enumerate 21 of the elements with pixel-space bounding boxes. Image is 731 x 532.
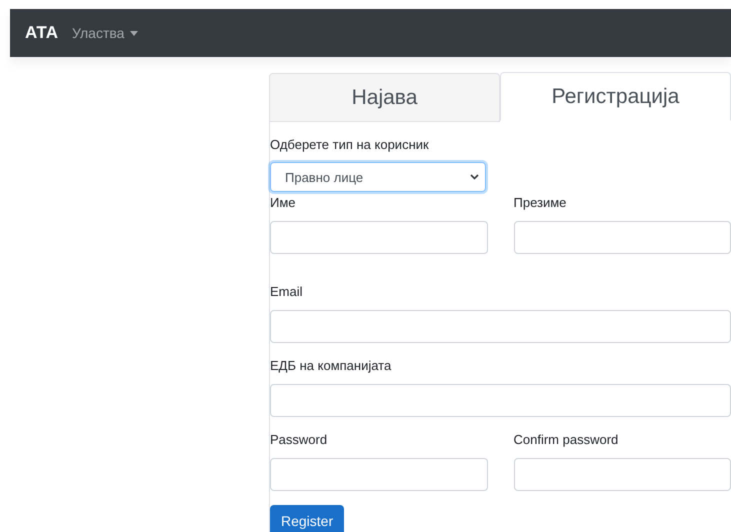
field-label: ЕДБ на компанијата [270,357,392,375]
caret-icon [130,30,138,36]
tab[interactable]: Најава [269,73,500,122]
input-field[interactable] [270,384,731,417]
input-field[interactable] [514,458,731,491]
input-field[interactable] [270,458,488,491]
input-field[interactable] [270,221,488,254]
field-label: Име [270,194,297,212]
field-label: Confirm password [514,431,620,449]
input-field[interactable] [270,310,731,343]
chevron-icon [470,174,479,180]
register-button[interactable]: Register [270,505,344,532]
input-field[interactable] [514,221,731,254]
field-label: Email [270,283,304,301]
brand[interactable]: АТА [25,23,58,43]
field-label: Презиме [514,194,568,212]
tab[interactable]: Регистрација [500,72,731,121]
dropdown-menu[interactable]: Уластва [72,25,138,41]
field-label: Одберете тип на корисник [270,136,430,154]
user-type-select[interactable]: Правно лице [270,162,486,192]
field-label: Password [270,431,328,449]
